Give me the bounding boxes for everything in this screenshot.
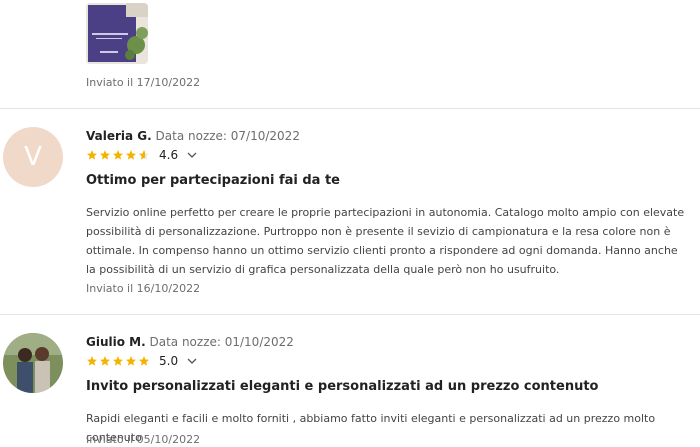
star-icon [126,356,136,366]
star-rating [86,355,151,367]
star-icon [113,356,123,366]
star-icon [87,150,97,160]
rating-summary[interactable]: 5.0 [86,353,197,369]
review-meta: Giulio M. Data nozze: 01/10/2022 [86,335,294,349]
sent-date: Inviato il 17/10/2022 [86,76,201,89]
sent-date: Inviato il 05/10/2022 [86,433,201,446]
reviewer-name[interactable]: Giulio M. [86,335,146,349]
review-photo-thumbnail[interactable] [86,3,148,64]
wedding-date: Data nozze: 01/10/2022 [149,335,294,349]
review-title: Ottimo per partecipazioni fai da te [86,173,340,188]
divider [0,108,700,109]
star-half-icon [139,150,149,160]
star-icon [87,356,97,366]
rating-score: 4.6 [159,148,179,162]
star-icon [139,356,149,366]
star-icon [126,150,136,160]
sent-date: Inviato il 16/10/2022 [86,282,201,295]
rating-score: 5.0 [159,354,179,368]
review-meta: Valeria G. Data nozze: 07/10/2022 [86,129,300,143]
reviewer-name[interactable]: Valeria G. [86,129,152,143]
star-icon [100,356,110,366]
chevron-down-icon[interactable] [187,150,197,160]
star-icon [100,150,110,160]
rating-summary[interactable]: 4.6 [86,147,197,163]
avatar [3,333,63,393]
chevron-down-icon[interactable] [187,356,197,366]
divider [0,314,700,315]
avatar-letter: V [24,142,42,172]
wedding-date: Data nozze: 07/10/2022 [155,129,300,143]
star-icon [113,150,123,160]
review-body: Servizio online perfetto per creare le p… [86,206,685,276]
avatar: V [3,127,63,187]
star-rating [86,149,151,161]
review-title: Invito personalizzati eleganti e persona… [86,379,599,394]
